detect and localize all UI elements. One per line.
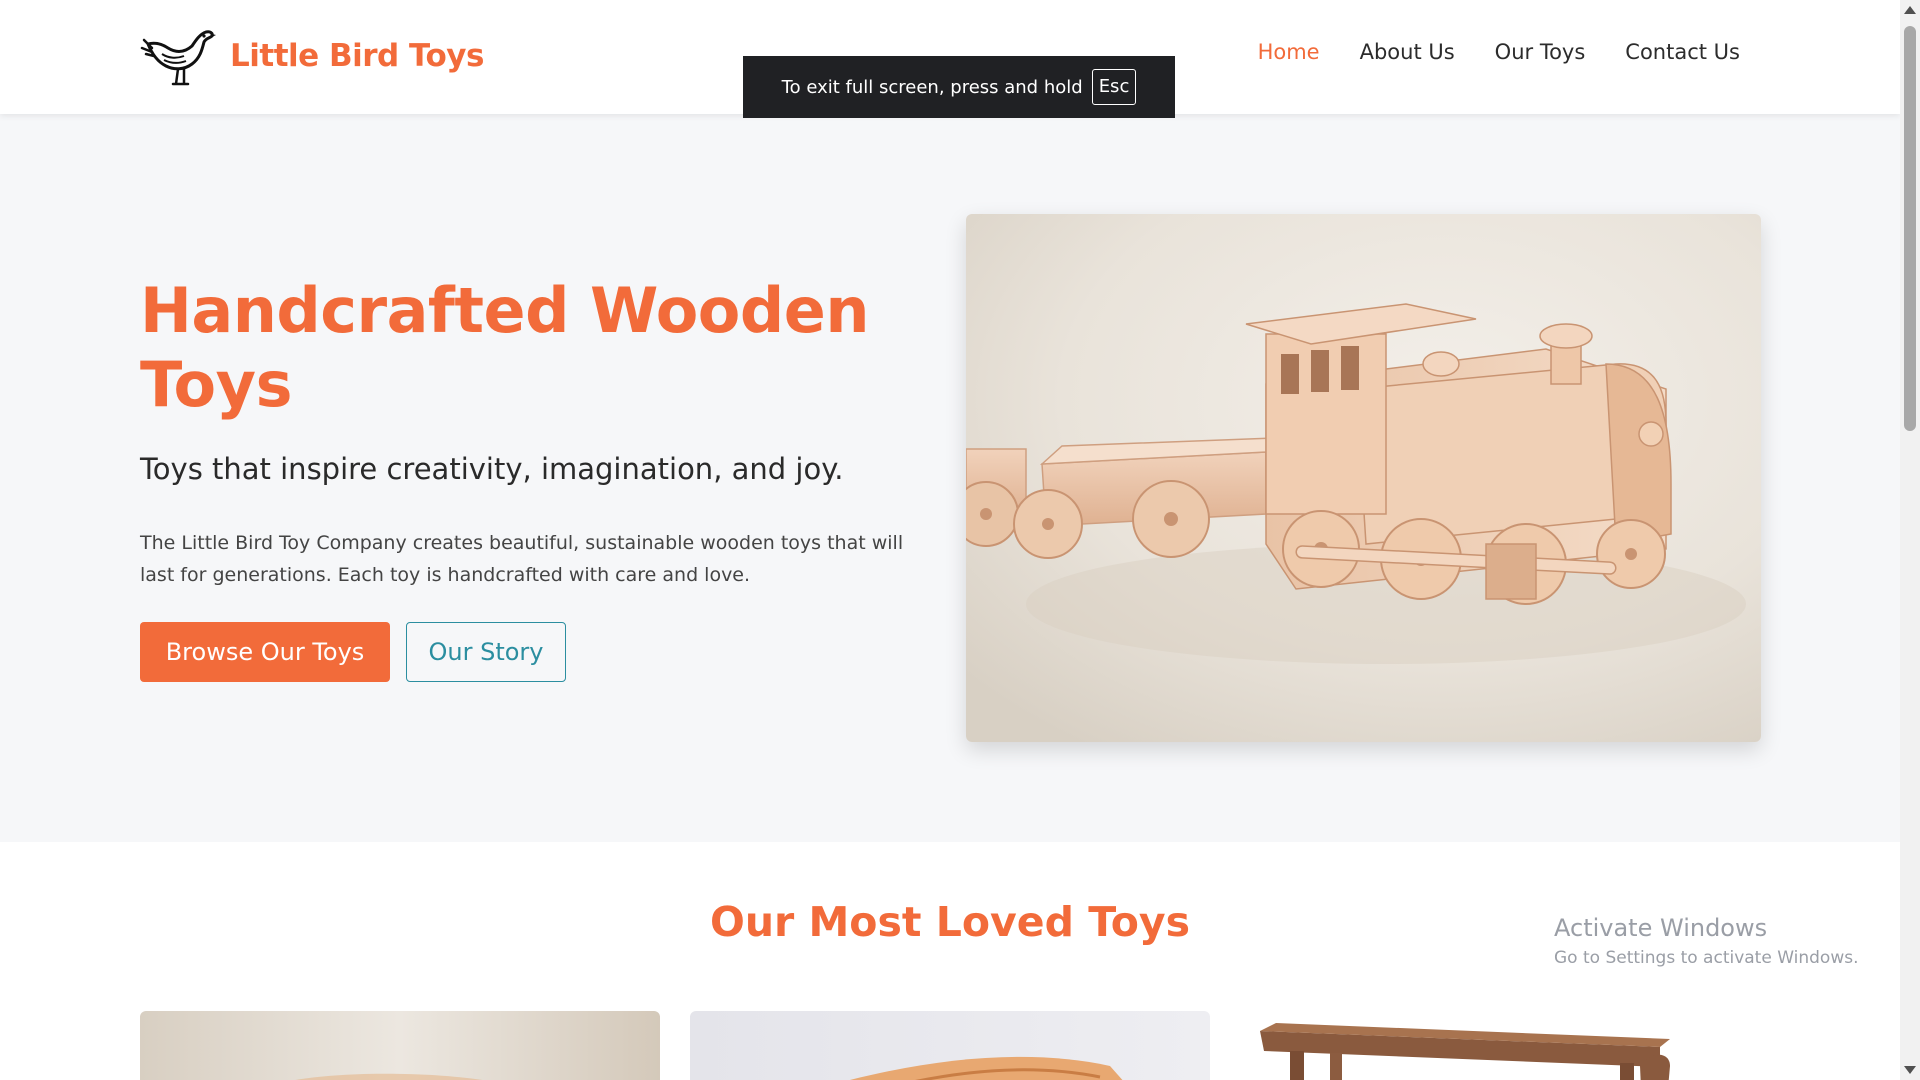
fullscreen-notice-text: To exit full screen, press and hold bbox=[781, 76, 1083, 98]
logo[interactable]: Little Bird Toys bbox=[140, 24, 484, 88]
our-story-button[interactable]: Our Story bbox=[406, 622, 566, 682]
bird-icon bbox=[140, 30, 216, 86]
scrollbar-thumb[interactable] bbox=[1904, 26, 1916, 431]
page: Little Bird Toys Home About Us Our Toys … bbox=[0, 0, 1900, 1080]
nav-contact-us[interactable]: Contact Us bbox=[1625, 40, 1740, 64]
browse-toys-button[interactable]: Browse Our Toys bbox=[140, 622, 390, 682]
main-nav: Home About Us Our Toys Contact Us bbox=[1258, 40, 1740, 64]
toy-card[interactable] bbox=[690, 1011, 1210, 1080]
watermark-title: Activate Windows bbox=[1554, 914, 1768, 942]
fullscreen-exit-notice: To exit full screen, press and hold Esc bbox=[743, 56, 1175, 118]
nav-our-toys[interactable]: Our Toys bbox=[1495, 40, 1586, 64]
wooden-toy-photo-2 bbox=[690, 1011, 1210, 1080]
toy-card[interactable] bbox=[140, 1011, 660, 1080]
wooden-toy-photo-1 bbox=[140, 1011, 660, 1080]
wooden-toy-train-photo bbox=[966, 214, 1761, 742]
activate-windows-watermark: Activate Windows Go to Settings to activ… bbox=[1554, 914, 1859, 968]
esc-key-hint: Esc bbox=[1091, 69, 1137, 105]
watermark-subtitle: Go to Settings to activate Windows. bbox=[1554, 948, 1859, 968]
wooden-chair-photo bbox=[1240, 1011, 1760, 1080]
hero-title: Handcrafted Wooden Toys bbox=[140, 274, 869, 421]
vertical-scrollbar[interactable] bbox=[1900, 0, 1920, 1080]
toy-card[interactable] bbox=[1240, 1011, 1760, 1080]
hero-image bbox=[966, 214, 1761, 742]
hero-description: The Little Bird Toy Company creates beau… bbox=[140, 532, 904, 586]
nav-about-us[interactable]: About Us bbox=[1360, 40, 1455, 64]
hero-tagline: Toys that inspire creativity, imaginatio… bbox=[140, 452, 844, 486]
nav-home[interactable]: Home bbox=[1258, 40, 1320, 64]
scroll-down-arrow-icon[interactable] bbox=[1904, 1066, 1916, 1074]
brand-name: Little Bird Toys bbox=[230, 38, 484, 74]
hero-section: Handcrafted Wooden Toys Toys that inspir… bbox=[0, 114, 1900, 842]
scroll-up-arrow-icon[interactable] bbox=[1904, 6, 1916, 14]
